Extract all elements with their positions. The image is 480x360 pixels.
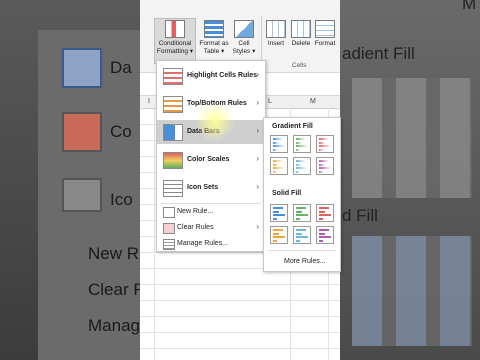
menu-item-label: Icon Sets (187, 184, 219, 191)
gradient-data-bar-tile[interactable] (293, 135, 311, 153)
gridline (140, 300, 340, 301)
conditional-formatting-label: Conditional Formatting ▾ (154, 20, 196, 56)
menu-item-label: Clear Rules (177, 224, 214, 231)
insert-button[interactable]: Insert (264, 20, 288, 48)
color-scales-icon (163, 152, 183, 169)
format-as-table-button[interactable]: Format as Table ▾ (198, 20, 230, 56)
bg-tiles (352, 78, 472, 198)
gridline (140, 316, 340, 317)
chevron-right-icon: › (256, 154, 259, 163)
column-header-i[interactable]: I (148, 98, 150, 105)
fat-label-line2: Table ▾ (203, 48, 225, 55)
conditional-formatting-icon (165, 20, 185, 38)
cells-group-label: Cells (292, 62, 307, 69)
cf-label-line1: Conditional (158, 40, 192, 47)
icon-sets-icon (163, 180, 183, 197)
menu-item-new-rule[interactable]: New Rule... (157, 204, 265, 220)
gradient-fill-heading: Gradient Fill (272, 123, 313, 130)
cs-label-line2: Styles ▾ (232, 48, 256, 55)
gradient-data-bar-tile[interactable] (316, 157, 334, 175)
menu-item-label: New Rule... (177, 208, 214, 215)
solid-fill-heading: Solid Fill (272, 190, 302, 197)
submenu-separator (268, 250, 336, 251)
cs-label-line1: Cell (238, 40, 250, 47)
top-bottom-icon (163, 96, 183, 113)
bg-label-icon-sets: Ico (110, 190, 133, 209)
insert-label: Insert (267, 40, 285, 47)
bg-tiles (352, 236, 472, 346)
cell-styles-button[interactable]: Cell Styles ▾ (231, 20, 257, 56)
cell-styles-icon (234, 20, 254, 38)
menu-item-label: Color Scales (187, 156, 230, 163)
bg-solid-fill: d Fill (342, 206, 378, 225)
gradient-data-bar-tile[interactable] (293, 157, 311, 175)
bg-gradient-fill: adient Fill (342, 44, 415, 63)
cf-label-line2: Formatting ▾ (156, 48, 194, 55)
bg-label-data-bars: Da (110, 58, 132, 77)
chevron-right-icon: › (256, 182, 259, 191)
solid-data-bar-tile[interactable] (270, 226, 288, 244)
solid-data-bar-tile[interactable] (316, 226, 334, 244)
menu-item-label: Manage Rules... (177, 240, 228, 247)
gradient-data-bar-tile[interactable] (270, 157, 288, 175)
menu-item-icon-sets[interactable]: Icon Sets › (157, 176, 265, 200)
delete-button[interactable]: Delete (289, 20, 313, 48)
format-label: Format (314, 40, 336, 47)
cursor-highlight (195, 102, 235, 142)
bg-icon-block (62, 48, 102, 88)
solid-data-bar-tile[interactable] (316, 204, 334, 222)
chevron-right-icon: › (256, 222, 259, 231)
conditional-formatting-menu: Highlight Cells Rules › Top/Bottom Rules… (156, 60, 266, 252)
data-bars-icon (163, 124, 183, 141)
bg-icon-block (62, 178, 102, 212)
menu-item-color-scales[interactable]: Color Scales › (157, 148, 265, 172)
column-header-m[interactable]: M (310, 98, 316, 105)
clear-rules-icon (163, 223, 175, 234)
chevron-right-icon: › (256, 70, 259, 79)
bg-col-m: M (462, 0, 477, 13)
bg-icon-block (62, 112, 102, 152)
solid-data-bar-tile[interactable] (293, 204, 311, 222)
solid-data-bar-tile[interactable] (293, 226, 311, 244)
fat-label-line1: Format as (199, 40, 229, 47)
data-bars-submenu: Gradient Fill Solid Fill More Rules... (263, 117, 341, 272)
bg-label-clear-rules: Clear R (88, 280, 146, 299)
gradient-data-bar-tile[interactable] (270, 135, 288, 153)
menu-item-highlight-cells-rules[interactable]: Highlight Cells Rules › (157, 64, 265, 88)
menu-item-manage-rules[interactable]: Manage Rules... (157, 236, 265, 252)
column-header-l[interactable]: L (268, 98, 272, 105)
format-as-table-icon (204, 20, 224, 38)
delete-label: Delete (291, 40, 311, 47)
highlight-cells-icon (163, 68, 183, 85)
gradient-data-bar-tile[interactable] (316, 135, 334, 153)
chevron-right-icon: › (256, 98, 259, 107)
gridline (140, 348, 340, 349)
gridline (140, 332, 340, 333)
gridline (140, 284, 340, 285)
manage-rules-icon (163, 239, 175, 250)
bg-label-color-scales: Co (110, 122, 132, 141)
menu-item-clear-rules[interactable]: Clear Rules › (157, 220, 265, 236)
more-rules-link[interactable]: More Rules... (284, 258, 326, 265)
solid-data-bar-tile[interactable] (270, 204, 288, 222)
format-icon (315, 20, 335, 38)
new-rule-icon (163, 207, 175, 218)
gridline (154, 108, 155, 360)
delete-icon (291, 20, 311, 38)
bg-label-manage: Manag (88, 316, 140, 335)
chevron-right-icon: › (256, 126, 259, 135)
menu-item-label: Highlight Cells Rules (187, 72, 258, 79)
insert-icon (266, 20, 286, 38)
format-button[interactable]: Format (313, 20, 337, 48)
